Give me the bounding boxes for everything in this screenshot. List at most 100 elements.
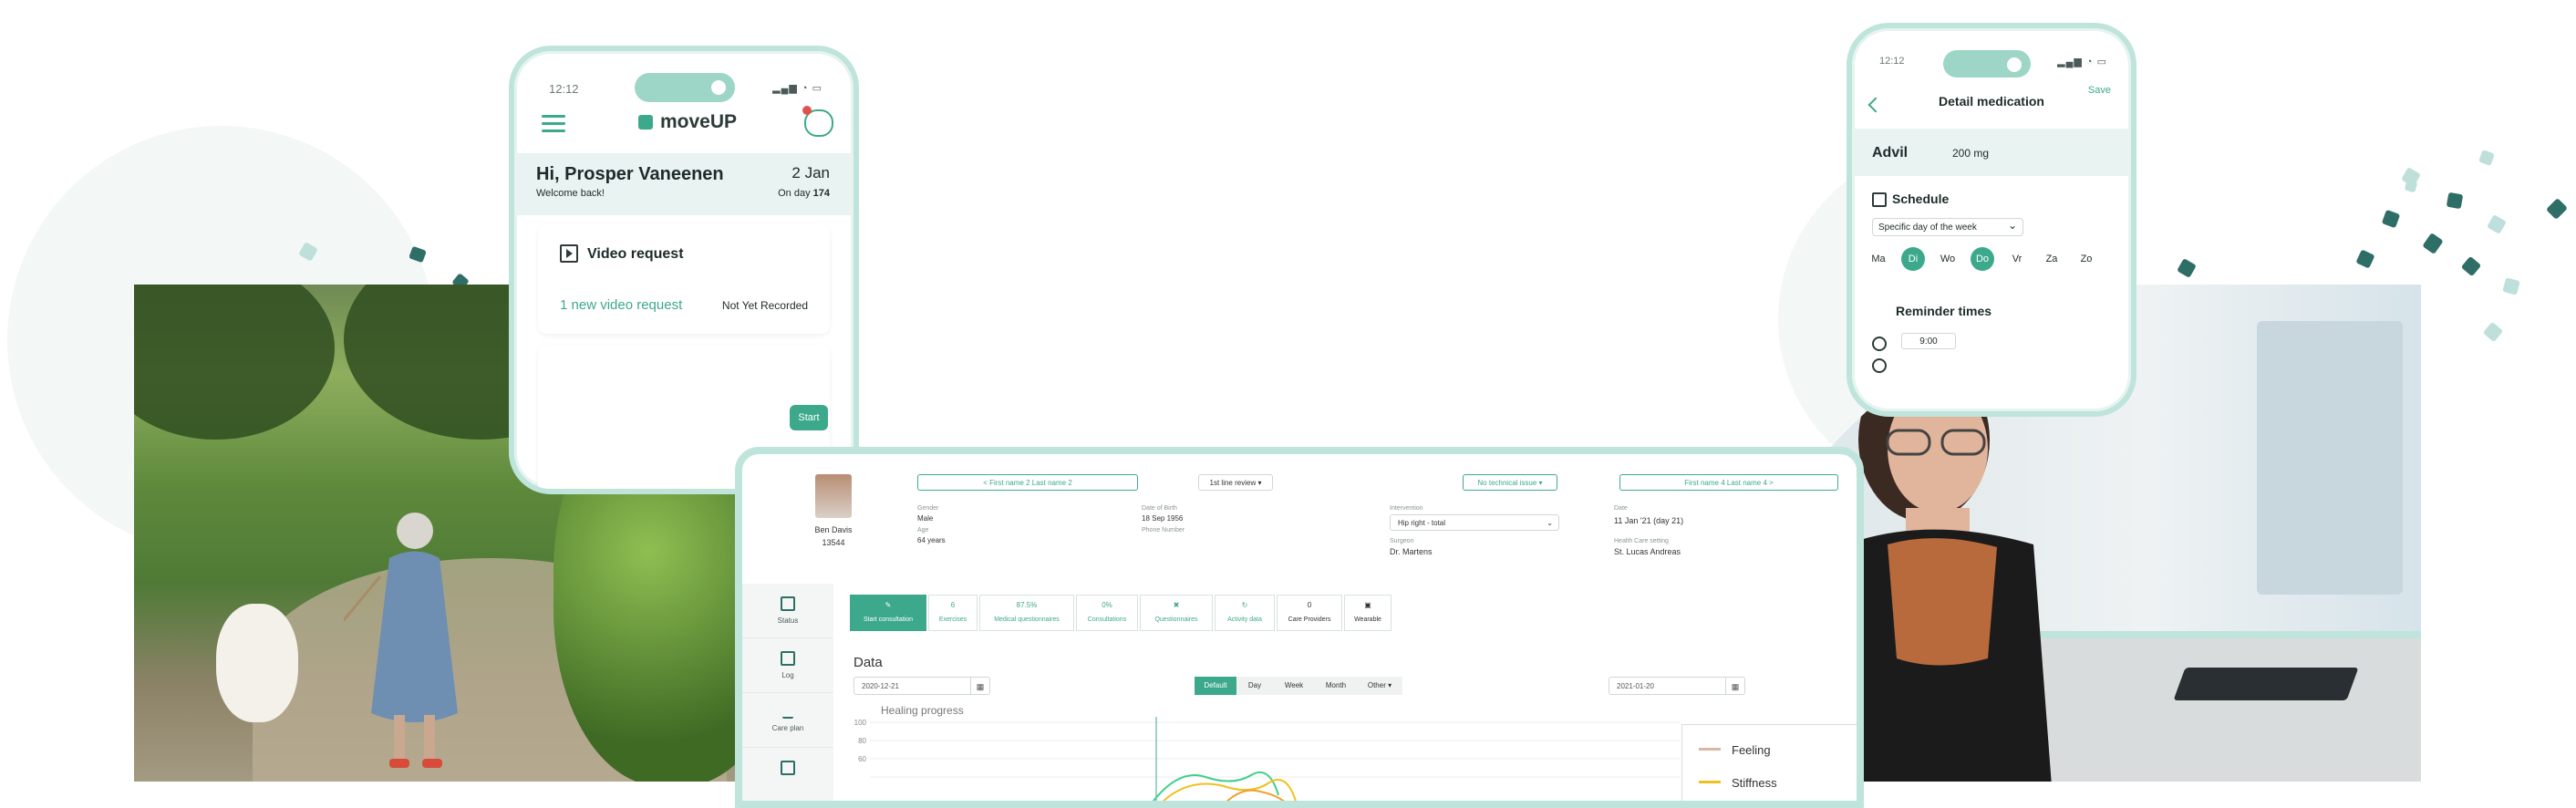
legend-item-feeling[interactable]: Feeling [1699,743,1771,757]
save-button[interactable]: Save [2088,85,2111,96]
tile-exercises[interactable]: 6 Exercises [928,595,978,631]
tile-consultations[interactable]: 0% Consultations [1076,595,1138,631]
review-dropdown[interactable]: 1st line review ▾ [1198,474,1273,491]
day-toggle[interactable]: Ma [1867,247,1890,271]
confetti [2422,233,2444,254]
surgeon-value: Dr. Martens [1390,547,1433,556]
pulse-icon [782,706,793,719]
confetti [2487,214,2507,234]
clock-icon [1872,337,1887,351]
tile-questionnaires[interactable]: ✖ Questionnaires [1140,595,1213,631]
care-setting-label: Health Care setting [1614,538,1669,544]
phone-medication-screen: 12:12 ▂▄▆ ◔ ▭ Detail medication Save Adv… [1847,23,2136,417]
video-status: Not Yet Recorded [721,299,808,312]
confetti [2478,150,2495,166]
date-label: Date [1614,505,1628,512]
confetti [2177,258,2197,278]
period-day[interactable]: Day [1236,677,1273,695]
confetti [2381,209,2401,229]
issue-dropdown[interactable]: No technical issue ▾ [1463,474,1557,491]
tile-start-consultation[interactable]: ✎ Start consultation [850,595,926,631]
day-toggle[interactable]: Wo [1936,247,1960,271]
day-toggle[interactable]: Vr [2005,247,2029,271]
menu-icon[interactable] [542,115,565,132]
video-request-card[interactable]: Video request 1 new video request Not Ye… [538,224,830,334]
calendar-icon: ▦ [1725,678,1744,694]
tile-wearable[interactable]: ▣ Wearable [1344,595,1391,631]
weekday-picker: Ma Di Wo Do Vr Za Zo [1867,247,2118,275]
app-logo: moveUP [638,111,737,133]
confetti [2460,255,2482,277]
period-month[interactable]: Month [1315,677,1357,695]
reminder-time-input[interactable]: 9:00 [1901,333,1956,349]
date-to-input[interactable]: 2021-01-20 ▦ [1609,677,1745,695]
age-label: Age [917,527,929,533]
intervention-select[interactable]: Hip right - total ⌄ [1390,514,1559,531]
chat-icon[interactable] [802,106,833,137]
age-value: 64 years [917,536,946,544]
screen-title: Detail medication [1939,94,2044,109]
y-tick-label: 60 [858,755,866,763]
care-setting-value: St. Lucas Andreas [1614,547,1681,556]
prev-patient-button[interactable]: < First name 2 Last name 2 [917,474,1138,491]
day-toggle[interactable]: Zo [2074,247,2098,271]
y-tick-label: 80 [858,737,866,745]
tile-medical-questionnaires[interactable]: 87.5% Medical questionnaires [979,595,1074,631]
medication-dose: 200 mg [1952,147,1990,160]
date-from-input[interactable]: 2020-12-21 ▦ [853,677,990,695]
period-default[interactable]: Default [1195,677,1236,695]
log-icon [781,651,795,666]
data-heading: Data [853,655,883,670]
schedule-label: Schedule [1892,192,1950,206]
medication-name: Advil [1872,145,1909,161]
day-toggle[interactable]: Za [2040,247,2064,271]
start-button[interactable]: Start [790,405,828,430]
day-toggle[interactable]: Do [1971,247,1994,271]
sidebar-item-more[interactable] [742,748,833,801]
sidebar-item-care-plan[interactable]: Care plan [742,693,833,748]
period-other[interactable]: Other ▾ [1357,677,1402,695]
card-title: Video request [587,246,684,262]
medication-bar: Advil 200 mg [1852,129,2131,176]
dashboard-sidebar: Status Log Care plan [742,584,833,801]
day-toggle[interactable]: Di [1901,247,1925,271]
patient-name: Ben Davis [814,525,853,534]
status-icon [781,596,795,611]
tile-activity-data[interactable]: ↻ Activity data [1215,595,1275,631]
desktop-dashboard: Ben Davis 13544 < First name 2 Last name… [735,447,1864,808]
intervention-label: Intervention [1390,505,1423,512]
app-name: moveUP [660,111,738,132]
legend-item-stiffness[interactable]: Stiffness [1699,776,1777,790]
welcome-text: Welcome back! [536,188,605,199]
greeting-title: Hi, Prosper Vaneenen [536,164,724,184]
video-request-link[interactable]: 1 new video request [560,297,682,313]
confetti [2446,192,2464,210]
logo-mark-icon [638,115,653,129]
y-tick-label: 100 [854,719,867,727]
status-time: 12:12 [1879,56,1905,67]
calendar-icon: ▦ [970,678,989,694]
confetti [2355,249,2375,269]
reminder-label: Reminder times [1896,304,1992,318]
day-counter: On day 174 [778,188,830,199]
surgeon-label: Surgeon [1390,538,1414,544]
document-icon [781,761,795,775]
dob-label: Date of Birth [1142,505,1177,512]
status-icons: ▂▄▆ ◔ ▭ [2057,57,2107,67]
patient-photo [815,474,852,518]
date-value: 11 Jan '21 (day 21) [1614,516,1684,525]
patient-id: 13544 [822,538,845,547]
greeting-banner: Hi, Prosper Vaneenen Welcome back! 2 Jan… [514,153,853,215]
status-time: 12:12 [549,82,579,96]
period-week[interactable]: Week [1273,677,1315,695]
tile-care-providers[interactable]: 0 Care Providers [1277,595,1342,631]
add-reminder-icon[interactable] [1872,358,1887,373]
sidebar-item-status[interactable]: Status [742,584,833,638]
confetti [2545,197,2569,221]
next-patient-button[interactable]: First name 4 Last name 4 > [1619,474,1838,491]
healing-progress-chart: 100 80 60 [854,717,1680,801]
schedule-select[interactable]: Specific day of the week [1872,216,2023,236]
dob-value: 18 Sep 1956 [1142,514,1184,523]
sidebar-item-log[interactable]: Log [742,638,833,693]
confetti [2482,321,2504,343]
